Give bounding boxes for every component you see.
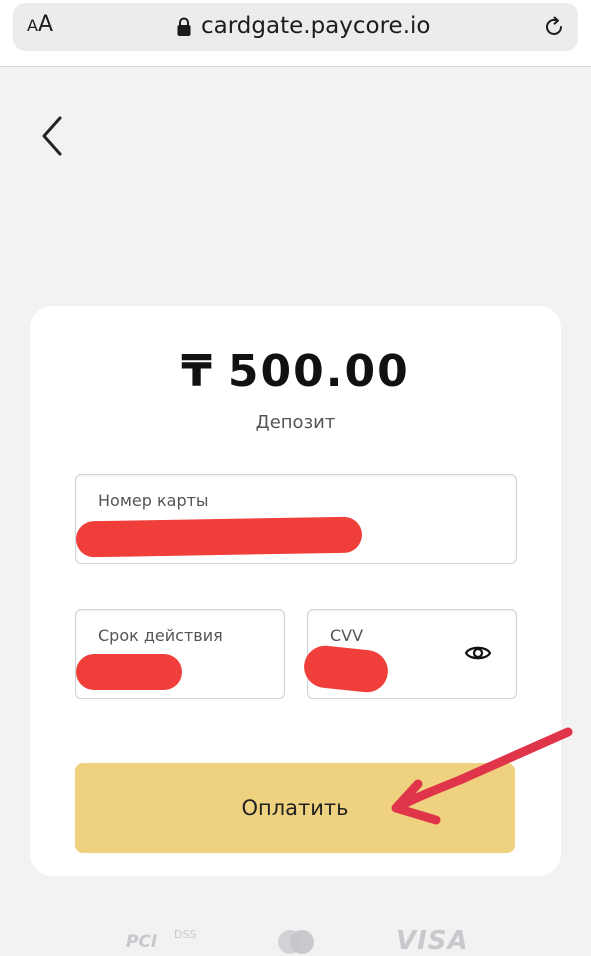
payment-amount: ₸ 500.00 xyxy=(30,346,561,397)
card-number-field[interactable]: Номер карты xyxy=(75,474,517,564)
arrow-annotation xyxy=(391,727,573,825)
pci-dss-logo: PCI DSS xyxy=(126,928,206,952)
expiry-field[interactable]: Срок действия xyxy=(75,609,285,699)
redaction-mark xyxy=(302,643,390,695)
currency-symbol: ₸ xyxy=(181,346,214,397)
dss-text: DSS xyxy=(174,928,197,941)
text-size-button[interactable]: AA xyxy=(27,12,53,37)
url-field[interactable]: AA cardgate.paycore.io xyxy=(13,3,578,51)
amount-value: 500.00 xyxy=(227,346,410,397)
lock-icon xyxy=(177,17,191,36)
visa-logo: VISA xyxy=(396,926,469,956)
card-number-label: Номер карты xyxy=(98,491,209,510)
cvv-field[interactable]: CVV xyxy=(302,609,517,699)
url-text[interactable]: cardgate.paycore.io xyxy=(201,13,430,39)
redaction-mark xyxy=(75,516,363,558)
payment-logos: PCI DSS VISA xyxy=(0,920,591,956)
text-size-small-label: A xyxy=(27,16,38,35)
cvv-label: CVV xyxy=(330,626,364,645)
reload-icon[interactable] xyxy=(542,15,566,39)
text-size-large-label: A xyxy=(37,12,54,37)
browser-address-bar: AA cardgate.paycore.io xyxy=(0,0,591,67)
eye-icon[interactable] xyxy=(464,643,492,663)
payment-purpose: Депозит xyxy=(255,412,336,433)
expiry-label: Срок действия xyxy=(98,626,223,645)
redaction-mark xyxy=(76,654,182,690)
mastercard-logo xyxy=(278,930,314,954)
chevron-left-icon[interactable] xyxy=(36,112,70,160)
pci-text: PCI xyxy=(126,932,158,952)
